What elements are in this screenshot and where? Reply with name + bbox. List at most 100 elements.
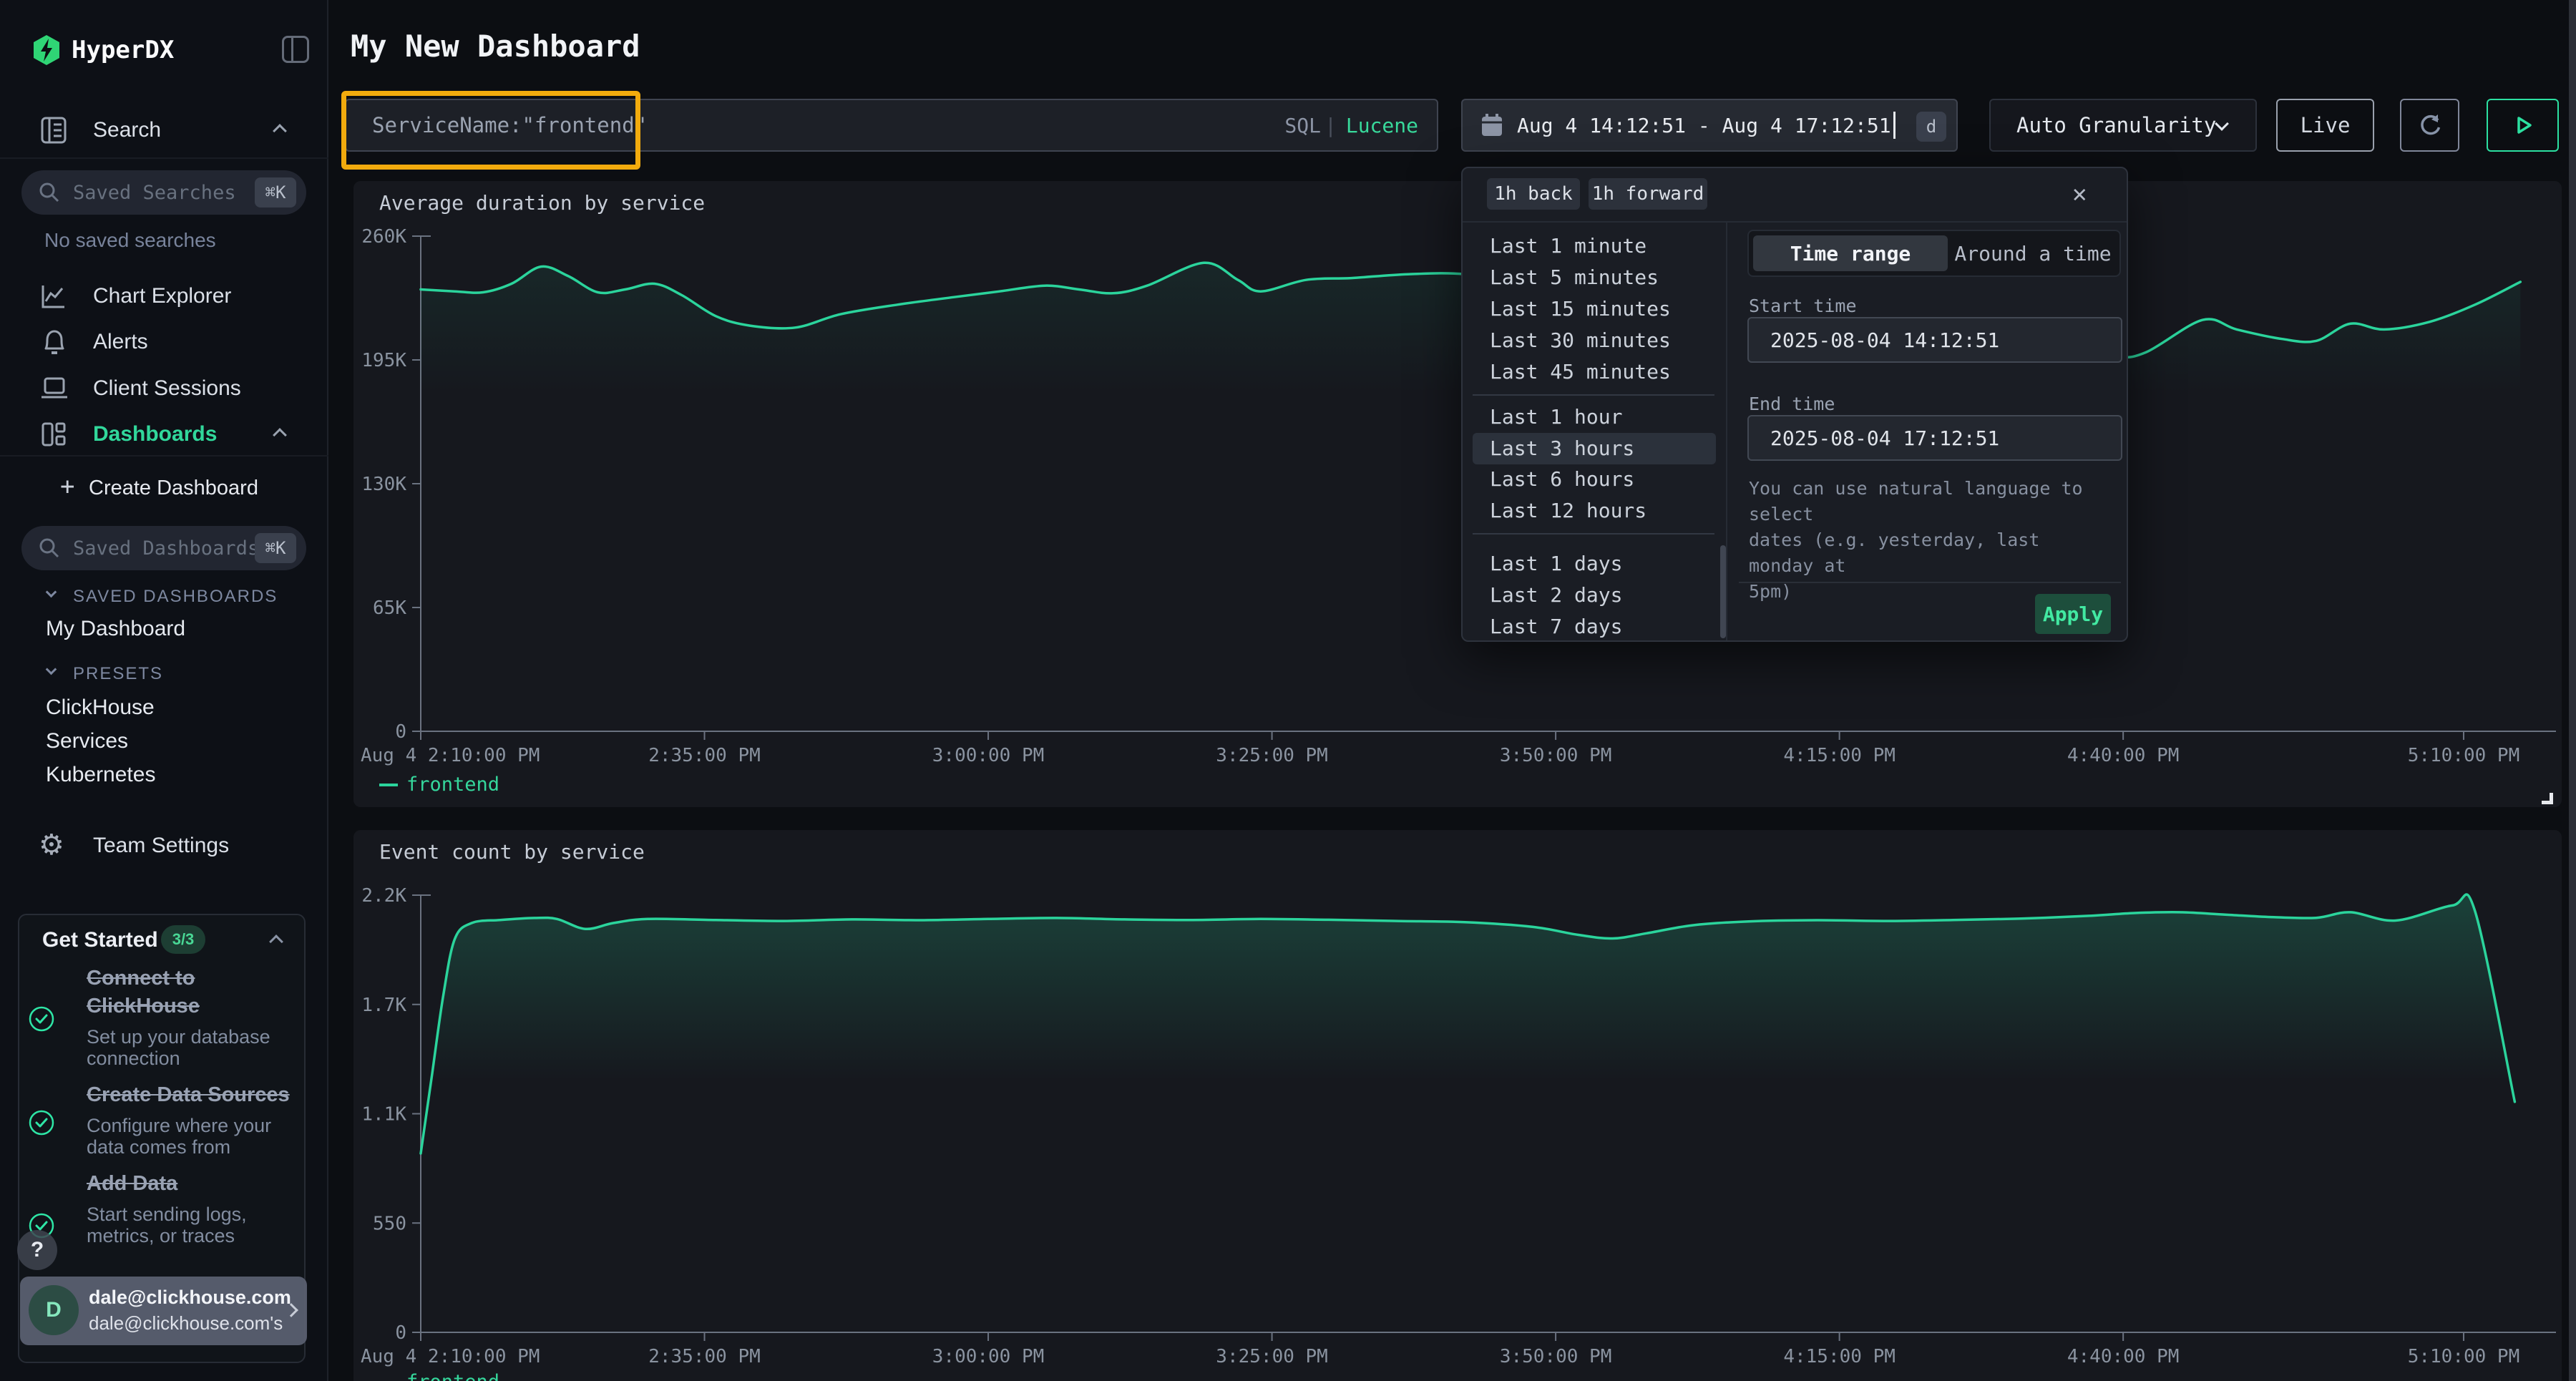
end-time-label: End time bbox=[1749, 394, 1835, 414]
sidebar-item-clickhouse[interactable]: ClickHouse bbox=[46, 696, 155, 720]
text-cursor bbox=[1893, 112, 1896, 139]
sidebar-item-dashboards[interactable]: Dashboards bbox=[0, 411, 328, 457]
help-label: ? bbox=[31, 1238, 44, 1262]
svg-text:2.2K: 2.2K bbox=[361, 885, 406, 907]
get-started-item-title: Add Data bbox=[87, 1170, 294, 1198]
check-circle-icon bbox=[28, 1109, 55, 1136]
live-label: Live bbox=[2301, 113, 2351, 137]
get-started-item[interactable]: Connect toClickHouseSet up your database… bbox=[87, 965, 294, 1069]
svg-text:0: 0 bbox=[395, 1322, 406, 1344]
chart-legend[interactable]: frontend bbox=[379, 1371, 499, 1381]
quick-option-last-30-minutes[interactable]: Last 30 minutes bbox=[1490, 328, 1671, 352]
quick-option-last-5-minutes[interactable]: Last 5 minutes bbox=[1490, 265, 1659, 289]
dashboard-filter-input[interactable]: ServiceName:"frontend" SQL | Lucene bbox=[345, 99, 1438, 152]
quick-option-last-12-hours[interactable]: Last 12 hours bbox=[1490, 499, 1646, 522]
create-dashboard-button[interactable]: + Create Dashboard bbox=[0, 465, 328, 511]
quick-option-last-1-minute[interactable]: Last 1 minute bbox=[1490, 234, 1646, 258]
saved-dashboards-placeholder: Saved Dashboards bbox=[73, 537, 259, 560]
get-started-item-desc: Configure where your bbox=[87, 1115, 294, 1136]
tab-label: Time range bbox=[1790, 242, 1911, 265]
get-started-item-desc: metrics, or traces bbox=[87, 1225, 294, 1246]
sidebar-item-alerts[interactable]: Alerts bbox=[0, 319, 328, 365]
saved-searches-input[interactable]: Saved Searches ⌘K bbox=[21, 170, 306, 215]
get-started-item[interactable]: Add Data Start sending logs,metrics, or t… bbox=[87, 1170, 294, 1246]
shift-back-label: 1h back bbox=[1494, 183, 1573, 205]
sidebar-item-services[interactable]: Services bbox=[46, 729, 128, 753]
lucene-mode-toggle[interactable]: Lucene bbox=[1346, 114, 1418, 137]
quick-option-last-3-hours[interactable]: Last 3 hours bbox=[1490, 436, 1634, 460]
get-started-item-desc: Start sending logs, bbox=[87, 1204, 294, 1225]
sql-mode-toggle[interactable]: SQL bbox=[1284, 114, 1321, 137]
panel-resize-handle[interactable] bbox=[2542, 793, 2553, 804]
quick-option-last-45-minutes[interactable]: Last 45 minutes bbox=[1490, 360, 1671, 384]
refresh-button[interactable] bbox=[2400, 99, 2459, 152]
svg-text:3:00:00 PM: 3:00:00 PM bbox=[932, 1346, 1045, 1367]
team-settings-label: Team Settings bbox=[93, 834, 229, 858]
page-scrollbar[interactable] bbox=[2569, 0, 2576, 1381]
svg-text:3:25:00 PM: 3:25:00 PM bbox=[1216, 1346, 1328, 1367]
saved-searches-placeholder: Saved Searches bbox=[73, 182, 236, 204]
sidebar-item-chart-explorer[interactable]: Chart Explorer bbox=[0, 273, 328, 319]
gear-icon: ⚙ bbox=[39, 829, 64, 862]
svg-text:5:10:00 PM: 5:10:00 PM bbox=[2408, 745, 2520, 766]
get-started-progress-badge: 3/3 bbox=[161, 925, 205, 954]
sidebar-item-kubernetes[interactable]: Kubernetes bbox=[46, 763, 155, 787]
sidebar-item-my-dashboard[interactable]: My Dashboard bbox=[46, 617, 185, 641]
sidebar-item-search[interactable]: Search bbox=[0, 107, 328, 153]
avg-duration-chart[interactable]: 065K130K195K260KAug 4 2:10:00 PM2:35:00 … bbox=[353, 181, 2562, 807]
shift-forward-button[interactable]: 1h forward bbox=[1589, 178, 1707, 210]
help-button[interactable]: ? bbox=[17, 1230, 57, 1270]
tab-around-a-time[interactable]: Around a time bbox=[1948, 235, 2118, 271]
list-scrollbar[interactable] bbox=[1720, 545, 1726, 638]
user-menu[interactable]: D dale@clickhouse.com dale@clickhouse.co… bbox=[20, 1277, 307, 1345]
svg-text:195K: 195K bbox=[361, 350, 406, 371]
get-started-item[interactable]: Create Data SourcesConfigure where yourd… bbox=[87, 1081, 294, 1158]
avatar-initial: D bbox=[46, 1298, 62, 1322]
tab-time-range[interactable]: Time range bbox=[1753, 235, 1948, 271]
sidebar-item-label: Dashboards bbox=[93, 422, 217, 446]
chart-legend[interactable]: frontend bbox=[379, 774, 499, 796]
list-divider bbox=[1726, 223, 1727, 642]
quick-option-last-2-days[interactable]: Last 2 days bbox=[1490, 583, 1622, 607]
live-button[interactable]: Live bbox=[2276, 99, 2374, 152]
apply-button[interactable]: Apply bbox=[2035, 594, 2111, 634]
sidebar-item-client-sessions[interactable]: Client Sessions bbox=[0, 366, 328, 411]
quick-option-last-15-minutes[interactable]: Last 15 minutes bbox=[1490, 297, 1671, 321]
svg-text:3:00:00 PM: 3:00:00 PM bbox=[932, 745, 1045, 766]
time-range-value: Aug 4 14:12:51 - Aug 4 17:12:51 bbox=[1517, 114, 1891, 137]
get-started-item-desc: Set up your database bbox=[87, 1026, 294, 1048]
avatar: D bbox=[29, 1285, 79, 1335]
section-presets[interactable]: PRESETS bbox=[0, 661, 328, 687]
end-time-input[interactable]: 2025-08-04 17:12:51 bbox=[1747, 415, 2122, 461]
close-icon[interactable]: ✕ bbox=[2072, 180, 2087, 208]
search-icon bbox=[39, 182, 60, 203]
sidebar-item-label: Alerts bbox=[93, 330, 148, 354]
quick-option-last-6-hours[interactable]: Last 6 hours bbox=[1490, 467, 1634, 491]
get-started-item-title: Connect to bbox=[87, 965, 294, 992]
sidebar-item-label: Chart Explorer bbox=[93, 284, 231, 308]
svg-text:Aug 4 2:10:00 PM: Aug 4 2:10:00 PM bbox=[361, 1346, 540, 1367]
saved-dashboards-input[interactable]: Saved Dashboards ⌘K bbox=[21, 526, 306, 570]
granularity-select[interactable]: Auto Granularity bbox=[1989, 99, 2257, 152]
natural-language-hint: You can use natural language to selectda… bbox=[1749, 476, 2114, 605]
shift-back-button[interactable]: 1h back bbox=[1487, 178, 1580, 210]
chevron-up-icon bbox=[273, 428, 287, 442]
sidebar-item-label: Search bbox=[93, 118, 161, 142]
filter-value: ServiceName:"frontend" bbox=[372, 113, 647, 137]
chevron-up-icon[interactable] bbox=[269, 935, 283, 949]
quick-option-last-7-days[interactable]: Last 7 days bbox=[1490, 615, 1622, 638]
sidebar-collapse-icon[interactable] bbox=[282, 36, 309, 63]
quick-option-last-1-hour[interactable]: Last 1 hour bbox=[1490, 405, 1622, 429]
shortcut-badge: d bbox=[1916, 112, 1946, 142]
sidebar-item-team-settings[interactable]: ⚙ Team Settings bbox=[0, 823, 328, 869]
section-saved-dashboards[interactable]: SAVED DASHBOARDS bbox=[0, 584, 328, 610]
svg-text:3:50:00 PM: 3:50:00 PM bbox=[1500, 745, 1612, 766]
event-count-chart[interactable]: 05501.1K1.7K2.2KAug 4 2:10:00 PM2:35:00 … bbox=[353, 830, 2562, 1381]
tab-label: Around a time bbox=[1954, 242, 2111, 265]
start-time-input[interactable]: 2025-08-04 14:12:51 bbox=[1747, 317, 2122, 363]
svg-text:65K: 65K bbox=[373, 597, 406, 619]
get-started-item-desc: connection bbox=[87, 1048, 294, 1069]
time-range-input[interactable]: Aug 4 14:12:51 - Aug 4 17:12:51 d bbox=[1461, 99, 1958, 152]
play-button[interactable] bbox=[2487, 99, 2559, 152]
quick-option-last-1-days[interactable]: Last 1 days bbox=[1490, 552, 1622, 575]
